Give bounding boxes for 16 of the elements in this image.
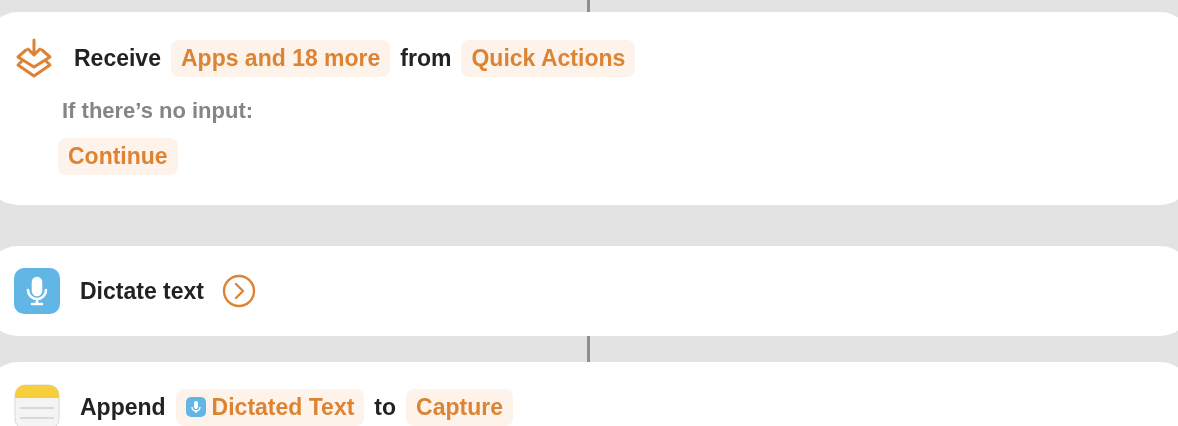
connector-line bbox=[587, 336, 590, 362]
tray-download-icon bbox=[14, 36, 54, 80]
parameter-token[interactable]: Capture bbox=[406, 388, 513, 426]
action-label: to bbox=[374, 393, 397, 421]
parameter-token[interactable]: Continue bbox=[58, 138, 178, 175]
action-label: Receive bbox=[74, 44, 161, 72]
variable-token[interactable]: Dictated Text bbox=[175, 388, 365, 426]
chevron-circle-icon[interactable] bbox=[222, 274, 256, 308]
microphone-icon bbox=[185, 397, 206, 417]
parameter-token[interactable]: Quick Actions bbox=[461, 39, 636, 77]
parameter-token[interactable]: Apps and 18 more bbox=[170, 39, 391, 77]
action-label: from bbox=[400, 44, 452, 72]
action-label: Append bbox=[80, 393, 166, 421]
microphone-icon bbox=[14, 268, 60, 314]
fallback-label: If there’s no input: bbox=[61, 98, 254, 124]
action-label: Dictate text bbox=[80, 277, 204, 305]
